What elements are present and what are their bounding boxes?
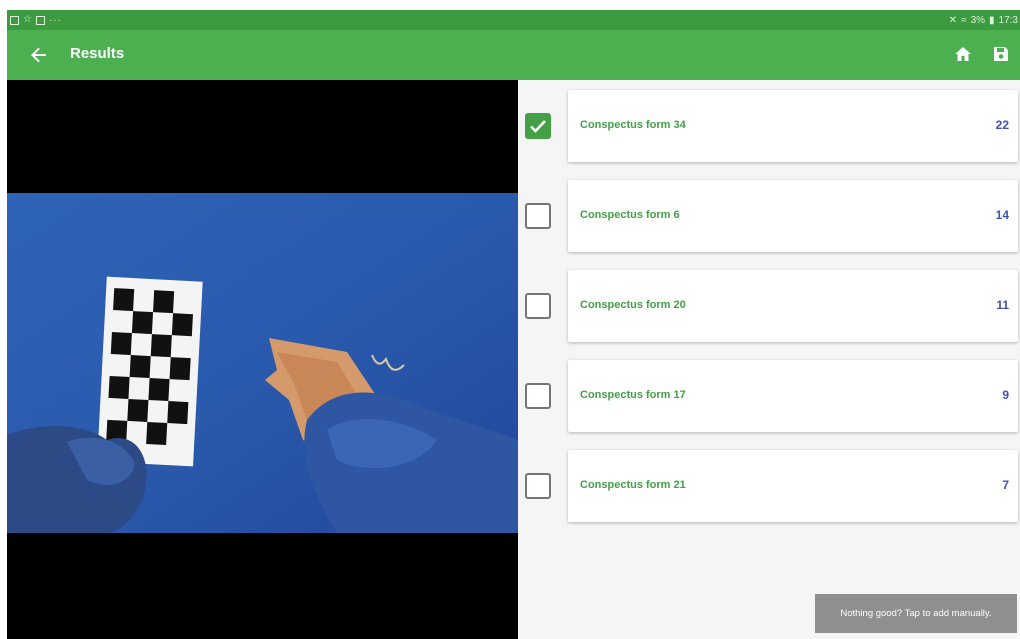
- result-label: Conspectus form 20: [580, 299, 686, 311]
- result-card[interactable]: Conspectus form 21 7: [568, 450, 1018, 522]
- status-icons-left: ☆ ···: [7, 15, 62, 26]
- save-icon: [994, 47, 1008, 61]
- result-label: Conspectus form 21: [580, 479, 686, 491]
- result-checkbox[interactable]: [525, 113, 551, 139]
- gallery-icon: [35, 15, 45, 25]
- list-item: Conspectus form 6 14: [518, 180, 1020, 252]
- result-count: 11: [996, 298, 1009, 312]
- result-checkbox[interactable]: [525, 203, 551, 229]
- star-icon: ☆: [23, 14, 32, 25]
- more-dots-icon: ···: [48, 14, 62, 26]
- result-label: Conspectus form 6: [580, 209, 680, 221]
- results-list: Conspectus form 34 22 Conspectus form 6 …: [518, 80, 1020, 639]
- app-bar: Results: [7, 30, 1020, 80]
- home-icon: [955, 47, 971, 61]
- page-title: Results: [70, 45, 125, 62]
- result-card[interactable]: Conspectus form 34 22: [568, 90, 1018, 162]
- result-count: 9: [1002, 388, 1009, 402]
- result-card[interactable]: Conspectus form 20 11: [568, 270, 1018, 342]
- app-screen: ☆ ··· ✕ ≈ 3% ▮ 17:3 Results Conspectus f…: [7, 10, 1020, 639]
- status-icons-right: ✕ ≈ 3% ▮ 17:3: [949, 15, 1020, 26]
- pottery-sherd-photo: [7, 80, 518, 639]
- list-item: Conspectus form 17 9: [518, 360, 1020, 432]
- result-count: 7: [1002, 478, 1009, 492]
- result-checkbox[interactable]: [525, 383, 551, 409]
- wifi-icon: ≈: [961, 14, 967, 26]
- back-button[interactable]: [27, 43, 51, 67]
- status-bar: ☆ ··· ✕ ≈ 3% ▮ 17:3: [7, 10, 1020, 30]
- save-button[interactable]: [992, 45, 1012, 65]
- result-label: Conspectus form 17: [580, 389, 686, 401]
- result-count: 22: [995, 118, 1009, 132]
- arrow-back-icon: [31, 47, 46, 63]
- result-count: 14: [995, 208, 1009, 222]
- list-item: Conspectus form 34 22: [518, 90, 1020, 162]
- check-icon: [530, 120, 546, 133]
- camera-photo: [7, 80, 518, 639]
- battery-icon: ▮: [989, 14, 995, 26]
- list-item: Conspectus form 21 7: [518, 450, 1020, 522]
- battery-percent: 3%: [970, 14, 986, 26]
- result-checkbox[interactable]: [525, 293, 551, 319]
- result-card[interactable]: Conspectus form 17 9: [568, 360, 1018, 432]
- snackbar-add-manually[interactable]: Nothing good? Tap to add manually.: [815, 594, 1017, 633]
- clock: 17:3: [998, 14, 1018, 26]
- result-checkbox[interactable]: [525, 473, 551, 499]
- result-label: Conspectus form 34: [580, 119, 686, 131]
- list-item: Conspectus form 20 11: [518, 270, 1020, 342]
- image-icon: [10, 15, 19, 25]
- home-button[interactable]: [954, 45, 974, 65]
- result-card[interactable]: Conspectus form 6 14: [568, 180, 1018, 252]
- mute-icon: ✕: [948, 14, 958, 26]
